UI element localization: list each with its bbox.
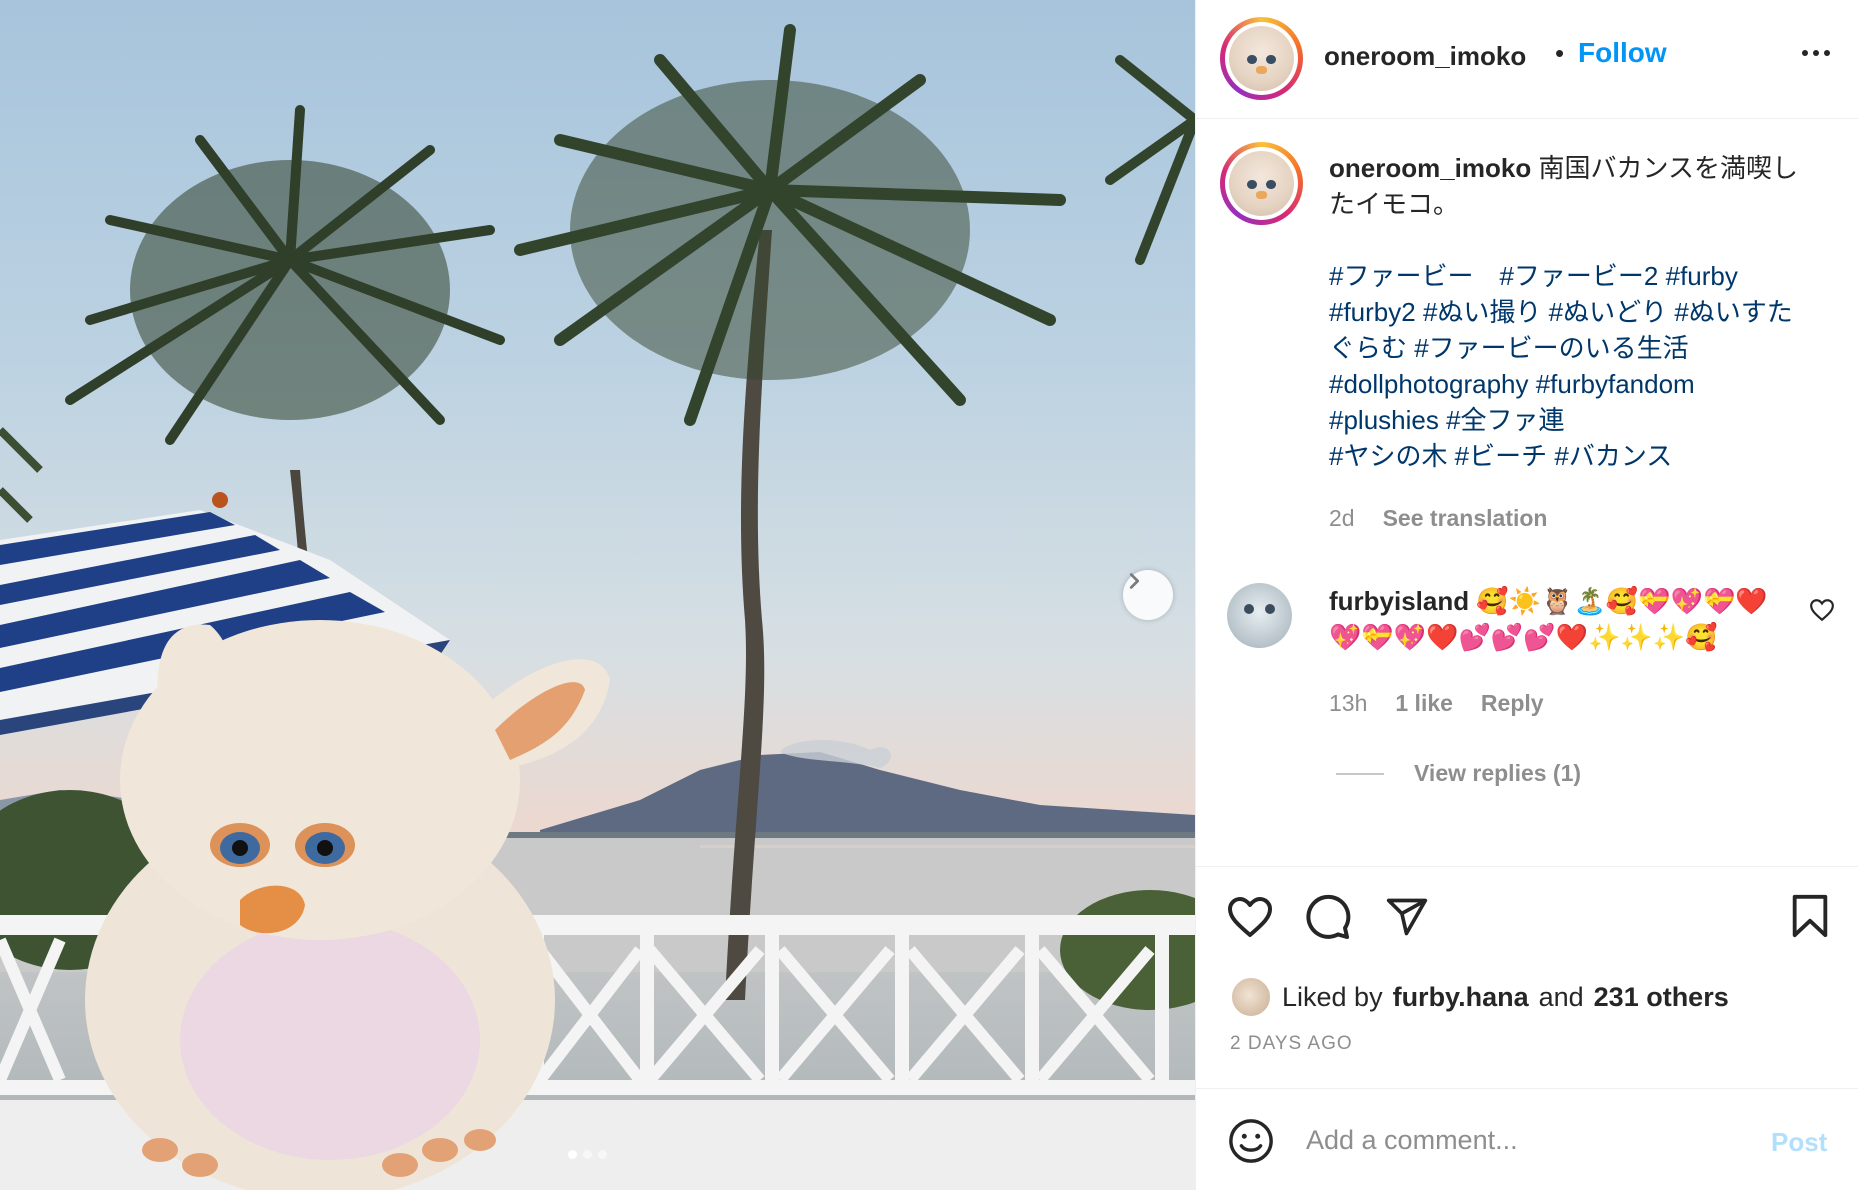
comment-like-heart-icon[interactable] <box>1809 598 1835 622</box>
view-replies-label: View replies (1) <box>1414 760 1582 786</box>
carousel-dot <box>598 1150 607 1159</box>
header-separator: • <box>1555 38 1565 68</box>
likes-prefix: Liked by <box>1282 981 1383 1012</box>
liker-username[interactable]: furby.hana <box>1393 982 1529 1013</box>
see-translation-button[interactable]: See translation <box>1383 505 1548 532</box>
author-username[interactable]: oneroom_imoko <box>1324 41 1526 72</box>
add-comment-bar: Post <box>1196 1088 1858 1190</box>
comment-icon[interactable] <box>1304 893 1352 941</box>
likes-and: and <box>1538 981 1584 1012</box>
post-header: oneroom_imoko • Follow <box>1196 0 1858 119</box>
follow-button[interactable]: Follow <box>1578 37 1667 69</box>
replies-divider <box>1336 772 1384 775</box>
photo-scene <box>0 24 1195 1190</box>
commenter-avatar[interactable] <box>1227 583 1292 648</box>
bookmark-icon[interactable] <box>1790 893 1830 939</box>
likes-others[interactable]: 231 others <box>1594 982 1729 1013</box>
comment-meta: 13h 1 like Reply <box>1329 690 1544 717</box>
chevron-right-icon <box>1129 573 1140 589</box>
commenter-username[interactable]: furbyisland <box>1329 586 1469 616</box>
caption-avatar[interactable] <box>1220 142 1303 225</box>
next-image-button[interactable] <box>1123 570 1173 620</box>
caption-time: 2d <box>1329 505 1355 531</box>
heart-icon[interactable] <box>1226 895 1274 939</box>
post-details-panel: oneroom_imoko • Follow oneroom_imoko 南国バ… <box>1195 0 1858 1190</box>
carousel-indicator <box>568 1150 607 1159</box>
comment-likes[interactable]: 1 like <box>1395 690 1453 717</box>
reply-button[interactable]: Reply <box>1481 690 1544 717</box>
post-timestamp[interactable]: 2 DAYS AGO <box>1230 1033 1353 1055</box>
caption-username[interactable]: oneroom_imoko <box>1329 153 1531 183</box>
likes-summary: Liked by furby.hana and 231 others <box>1230 976 1729 1018</box>
post-image[interactable] <box>0 0 1195 1190</box>
comment-text-block: furbyisland 🥰☀️🦉🏝️🥰💝💖💝❤️💖💝💖❤️💕💕💕❤️✨✨✨🥰 <box>1329 583 1769 655</box>
caption-text-block: oneroom_imoko 南国バカンスを満喫したイモコ。 <box>1329 150 1799 222</box>
view-replies-button[interactable]: View replies (1) <box>1336 760 1581 787</box>
author-avatar[interactable] <box>1220 17 1303 100</box>
caption-meta: 2d See translation <box>1329 505 1547 532</box>
more-options-icon[interactable] <box>1796 38 1836 68</box>
comment-time: 13h <box>1329 690 1368 716</box>
emoji-icon[interactable] <box>1228 1118 1274 1164</box>
comment-input[interactable] <box>1306 1117 1746 1163</box>
share-icon[interactable] <box>1384 895 1430 939</box>
caption-hashtags[interactable]: #ファービー #ファービー2 #furby #furby2 #ぬい撮り #ぬいど… <box>1329 258 1799 474</box>
post-actions <box>1196 866 1858 966</box>
post-comment-button[interactable]: Post <box>1771 1127 1827 1158</box>
carousel-dot <box>583 1150 592 1159</box>
carousel-dot <box>568 1150 577 1159</box>
liker-avatar[interactable] <box>1230 976 1272 1018</box>
